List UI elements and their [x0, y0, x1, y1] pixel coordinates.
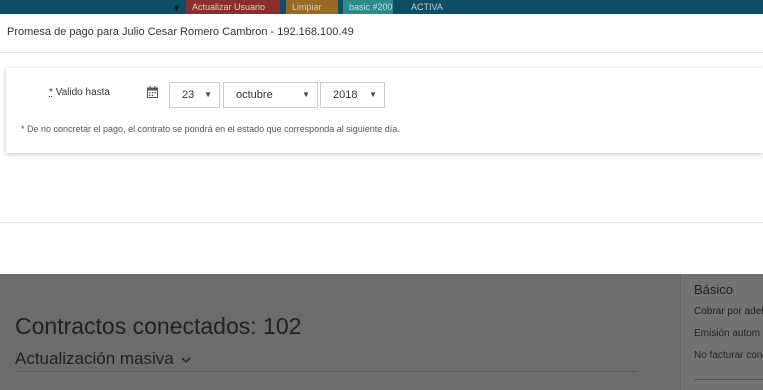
- month-select[interactable]: octubre ▼: [223, 82, 318, 108]
- calendar-icon: [147, 86, 158, 98]
- valid-until-label: * Valido hasta: [49, 87, 110, 98]
- modal-title: Promesa de pago para Julio Cesar Romero …: [7, 26, 354, 38]
- payment-promise-modal: Promesa de pago para Julio Cesar Romero …: [0, 14, 763, 274]
- required-marker: *: [49, 87, 53, 98]
- side-panel-row: Emisión autom: [694, 328, 761, 339]
- side-panel: Básico Cobrar por adel Emisión autom No …: [680, 274, 763, 390]
- day-select[interactable]: 23 ▼: [169, 82, 220, 108]
- divider: [15, 371, 637, 372]
- year-value: 2018: [333, 89, 358, 101]
- caret-down-icon: ▼: [172, 3, 181, 13]
- side-panel-heading: Básico: [694, 282, 734, 297]
- year-select[interactable]: 2018 ▼: [320, 82, 385, 108]
- caret-down-icon: ▼: [204, 90, 212, 99]
- plan-badge: basic #200: [343, 0, 393, 14]
- bulk-update-toggle: Actualización masiva: [15, 349, 192, 369]
- bulk-update-label: Actualización masiva: [15, 349, 174, 368]
- form-card: * Valido hasta 23 ▼ octubre ▼ 2018 ▼ * D…: [6, 68, 763, 153]
- clean-button: Limpiar: [286, 0, 338, 14]
- side-panel-row: No facturar con: [694, 350, 763, 361]
- month-value: octubre: [236, 89, 273, 101]
- background-toolbar: ▼ Actualizar Usuario Limpiar basic #200 …: [0, 0, 763, 14]
- modal-header: Promesa de pago para Julio Cesar Romero …: [0, 14, 763, 53]
- chevron-down-icon: [181, 356, 192, 363]
- caret-down-icon: ▼: [302, 90, 310, 99]
- modal-footer-divider: [0, 222, 763, 223]
- side-panel-row: Cobrar por adel: [694, 306, 763, 317]
- help-note: * De no concretar el pago, el contrato s…: [21, 124, 400, 134]
- caret-down-icon: ▼: [369, 90, 377, 99]
- day-value: 23: [182, 89, 195, 101]
- background-page: Contractos conectados: 102 Actualización…: [0, 274, 763, 390]
- status-badge: ACTIVA: [411, 2, 443, 12]
- divider: [694, 379, 763, 380]
- update-user-button: Actualizar Usuario: [186, 0, 280, 14]
- valid-until-label-text: Valido hasta: [55, 87, 110, 98]
- page-title: Contractos conectados: 102: [15, 313, 302, 339]
